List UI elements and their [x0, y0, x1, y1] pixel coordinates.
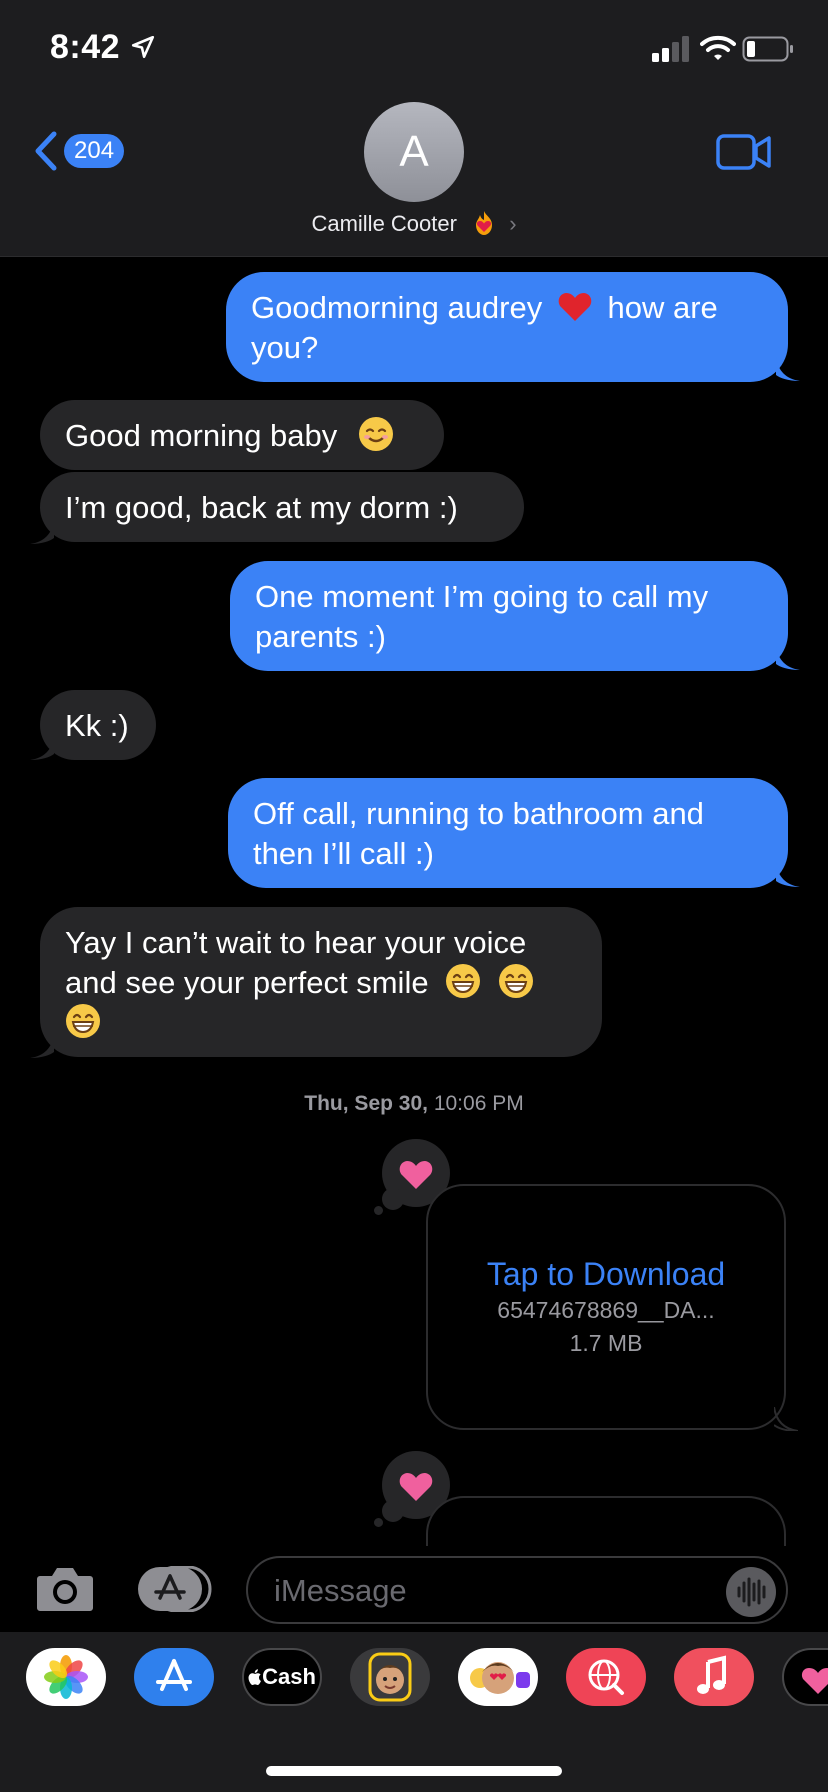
music-note-icon: [697, 1655, 726, 1694]
heart-icon: [399, 1473, 433, 1501]
attachment-size: 1.7 MB: [569, 1330, 643, 1356]
cash-label: Cash: [262, 1664, 316, 1689]
message-text: One moment I’m going to call my parents …: [255, 579, 709, 654]
chevron-left-icon: [35, 131, 57, 171]
message-timestamp: Thu, Sep 30, 10:06 PM: [0, 1092, 828, 1116]
bubble-tail: [30, 520, 54, 544]
message-text: Kk :): [65, 708, 129, 743]
tapback-bubble-dot: [382, 1188, 404, 1210]
bubble-tail: [30, 736, 54, 760]
location-arrow-icon: [131, 35, 155, 59]
message-bubble-sent[interactable]: Goodmorning audrey how are you?: [226, 272, 788, 382]
cellular-signal-icon: [652, 36, 689, 62]
message-bubble-received[interactable]: I’m good, back at my dorm :): [40, 472, 524, 542]
message-bubble-received[interactable]: Yay I can’t wait to hear your voice and …: [40, 907, 602, 1057]
grinning-face-emoji-icon: [446, 964, 481, 998]
globe-search-icon: [588, 1659, 624, 1695]
message-bubble-sent[interactable]: Off call, running to bathroom and then I…: [228, 778, 788, 888]
app-store-button[interactable]: [134, 1648, 214, 1706]
grinning-face-emoji-icon: [66, 1004, 100, 1038]
battery-icon: [742, 36, 793, 62]
chevron-right-icon: ›: [509, 211, 517, 236]
message-text: Good morning baby: [65, 418, 338, 453]
tapback-bubble-dot: [374, 1518, 383, 1527]
digital-touch-heart-icon: [801, 1668, 828, 1694]
bubble-tail: [774, 1407, 798, 1431]
heart-on-fire-icon: [476, 211, 493, 235]
message-composer: [0, 1546, 828, 1632]
bubble-tail: [776, 357, 800, 381]
contact-name-button[interactable]: Camille Cooter ›: [260, 210, 568, 237]
back-button[interactable]: 204: [30, 128, 140, 174]
memoji-icon: [368, 1652, 412, 1702]
grinning-face-emoji-icon: [498, 964, 533, 998]
message-text: Goodmorning audrey: [251, 290, 543, 325]
video-call-icon[interactable]: [716, 132, 772, 172]
message-text: Off call, running to bathroom and then I…: [253, 796, 704, 871]
wifi-icon: [700, 35, 736, 60]
bubble-tail: [776, 646, 800, 670]
bubble-tail: [776, 863, 800, 887]
home-indicator[interactable]: [266, 1766, 562, 1776]
tapback-bubble-dot: [382, 1500, 404, 1522]
smiling-face-emoji-icon: [358, 417, 393, 451]
unread-count-badge: 204: [64, 134, 125, 168]
message-text: I’m good, back at my dorm :): [65, 490, 458, 525]
message-bubble-received[interactable]: Good morning baby: [40, 400, 444, 470]
attachment-info: Tap to Download 65474678869__DA... 1.7 M…: [428, 1256, 784, 1357]
photos-icon: [44, 1655, 88, 1699]
app-store-icon: [156, 1659, 192, 1691]
imessage-text-field[interactable]: [246, 1556, 788, 1624]
contact-name: Camille Cooter: [311, 211, 457, 236]
audio-message-button[interactable]: [726, 1567, 776, 1617]
attachment-bubble[interactable]: Tap to Download 65474678869__DA... 1.7 M…: [426, 1184, 786, 1430]
status-time: 8:42: [50, 28, 121, 66]
apple-logo-icon: [248, 1669, 261, 1685]
digital-touch-button[interactable]: [782, 1648, 828, 1706]
tapback-bubble-dot: [374, 1206, 383, 1215]
heart-icon: [399, 1161, 433, 1189]
camera-icon[interactable]: [36, 1564, 94, 1612]
timestamp-time: 10:06 PM: [433, 1092, 524, 1115]
waveform-icon: [737, 1577, 766, 1607]
timestamp-day: Thu, Sep 30,: [304, 1092, 428, 1115]
animoji-icon: [470, 1662, 530, 1694]
memoji-stickers-button[interactable]: [350, 1648, 430, 1706]
red-heart-emoji-icon: [558, 293, 592, 321]
photos-app-button[interactable]: [26, 1648, 106, 1706]
contact-avatar[interactable]: A: [364, 102, 464, 202]
music-app-button[interactable]: [674, 1648, 754, 1706]
app-store-apps-icon[interactable]: [136, 1566, 212, 1612]
message-bubble-received[interactable]: Kk :): [40, 690, 156, 760]
message-bubble-sent[interactable]: One moment I’m going to call my parents …: [230, 561, 788, 671]
tap-to-download-link[interactable]: Tap to Download: [428, 1256, 784, 1293]
attachment-filename: 65474678869__DA...: [497, 1297, 715, 1323]
cash-app-button[interactable]: Cash: [242, 1648, 322, 1706]
bubble-tail: [30, 1034, 54, 1058]
message-input[interactable]: [272, 1568, 696, 1614]
web-images-button[interactable]: [566, 1648, 646, 1706]
animoji-button[interactable]: [458, 1648, 538, 1706]
